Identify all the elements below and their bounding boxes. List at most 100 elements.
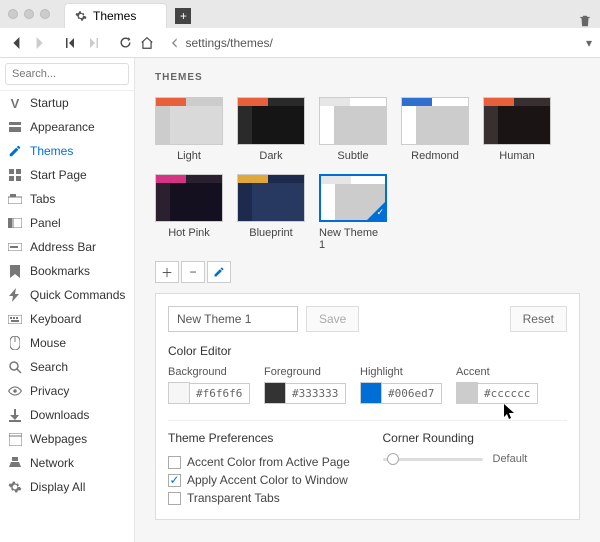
minimize-window-button[interactable]: [24, 9, 34, 19]
theme-thumbnail: [237, 97, 305, 145]
accent-swatch[interactable]: [456, 382, 478, 404]
foreground-label: Foreground: [264, 366, 346, 378]
sidebar-item-label: Mouse: [30, 336, 66, 350]
theme-editor: Save Reset Color Editor Background Foreg…: [155, 293, 580, 520]
sidebar-item-privacy[interactable]: Privacy: [0, 379, 134, 403]
sidebar-item-label: Downloads: [30, 408, 89, 422]
pencil-icon: [8, 144, 22, 158]
theme-name: New Theme 1: [319, 227, 387, 251]
theme-name-input[interactable]: [168, 306, 298, 332]
theme-name: Hot Pink: [168, 227, 210, 239]
reload-button[interactable]: [116, 34, 134, 52]
edit-theme-button[interactable]: [207, 261, 231, 283]
rewind-button[interactable]: [62, 34, 80, 52]
sidebar-item-quick-commands[interactable]: Quick Commands: [0, 283, 134, 307]
sidebar-item-label: Keyboard: [30, 312, 81, 326]
theme-dark[interactable]: Dark: [237, 97, 305, 162]
sidebar-item-label: Themes: [30, 144, 73, 158]
accent-hex-input[interactable]: [478, 383, 538, 404]
page-heading: THEMES: [155, 72, 580, 83]
wp-icon: [8, 432, 22, 446]
fast-forward-button[interactable]: [84, 34, 102, 52]
kb-icon: [8, 312, 22, 326]
theme-thumbnail: [319, 97, 387, 145]
chevron-left-icon: [170, 38, 179, 48]
tab-icon: [8, 192, 22, 206]
theme-light[interactable]: Light: [155, 97, 223, 162]
theme-thumbnail: [401, 97, 469, 145]
theme-human[interactable]: Human: [483, 97, 551, 162]
checkbox-icon: ✓: [168, 474, 181, 487]
sidebar-item-mouse[interactable]: Mouse: [0, 331, 134, 355]
theme-thumbnail: [483, 97, 551, 145]
pref-accent-color-from-active-page[interactable]: Accent Color from Active Page: [168, 453, 353, 471]
grid-icon: [8, 168, 22, 182]
rounding-label: Default: [493, 453, 528, 465]
theme-actions: ＋ −: [155, 261, 580, 283]
search-input[interactable]: [5, 63, 129, 85]
new-tab-button[interactable]: +: [175, 8, 191, 24]
toolbar: ▾: [0, 28, 600, 58]
theme-thumbnail: [155, 174, 223, 222]
sidebar-item-startup[interactable]: VStartup: [0, 91, 134, 115]
background-swatch[interactable]: [168, 382, 190, 404]
theme-thumbnail: [155, 97, 223, 145]
sidebar-item-label: Start Page: [30, 168, 87, 182]
sidebar-item-start-page[interactable]: Start Page: [0, 163, 134, 187]
address-input[interactable]: [185, 36, 585, 50]
highlight-hex-input[interactable]: [382, 383, 442, 404]
foreground-hex-input[interactable]: [286, 383, 346, 404]
sidebar-item-label: Appearance: [30, 120, 95, 134]
sidebar-item-display-all[interactable]: Display All: [0, 475, 134, 499]
prefs-title: Theme Preferences: [168, 431, 353, 445]
sidebar-item-bookmarks[interactable]: Bookmarks: [0, 259, 134, 283]
sidebar-item-tabs[interactable]: Tabs: [0, 187, 134, 211]
tab-themes[interactable]: Themes: [64, 3, 167, 28]
sidebar-item-appearance[interactable]: Appearance: [0, 115, 134, 139]
close-window-button[interactable]: [8, 9, 18, 19]
pref-apply-accent-color-to-window[interactable]: ✓Apply Accent Color to Window: [168, 471, 353, 489]
home-button[interactable]: [138, 34, 156, 52]
dl-icon: [8, 408, 22, 422]
address-dropdown-icon[interactable]: ▾: [586, 36, 592, 50]
reset-button[interactable]: Reset: [510, 306, 567, 332]
sidebar-item-label: Address Bar: [30, 240, 96, 254]
highlight-swatch[interactable]: [360, 382, 382, 404]
sidebar-item-address-bar[interactable]: Address Bar: [0, 235, 134, 259]
sidebar-item-panel[interactable]: Panel: [0, 211, 134, 235]
maximize-window-button[interactable]: [40, 9, 50, 19]
theme-blueprint[interactable]: Blueprint: [237, 174, 305, 251]
trash-icon[interactable]: [578, 14, 592, 28]
sidebar-item-downloads[interactable]: Downloads: [0, 403, 134, 427]
background-label: Background: [168, 366, 250, 378]
save-button[interactable]: Save: [306, 306, 359, 332]
pref-transparent-tabs[interactable]: Transparent Tabs: [168, 489, 353, 507]
address-bar[interactable]: ▾: [170, 36, 592, 50]
priv-icon: [8, 384, 22, 398]
sidebar-item-webpages[interactable]: Webpages: [0, 427, 134, 451]
forward-button[interactable]: [30, 34, 48, 52]
corner-rounding-slider[interactable]: Default: [383, 453, 568, 465]
background-hex-input[interactable]: [190, 383, 250, 404]
theme-redmond[interactable]: Redmond: [401, 97, 469, 162]
sidebar-item-themes[interactable]: Themes: [0, 139, 134, 163]
net-icon: [8, 456, 22, 470]
mouse-icon: [8, 336, 22, 350]
sidebar-item-label: Panel: [30, 216, 61, 230]
sidebar-item-label: Network: [30, 456, 74, 470]
foreground-swatch[interactable]: [264, 382, 286, 404]
sidebar-item-network[interactable]: Network: [0, 451, 134, 475]
sidebar-item-keyboard[interactable]: Keyboard: [0, 307, 134, 331]
color-editor: Background Foreground Highlight Accent: [168, 366, 567, 404]
sidebar-item-label: Search: [30, 360, 68, 374]
theme-name: Dark: [259, 150, 282, 162]
theme-name: Redmond: [411, 150, 459, 162]
sidebar-item-search[interactable]: Search: [0, 355, 134, 379]
theme-subtle[interactable]: Subtle: [319, 97, 387, 162]
app-icon: [8, 120, 22, 134]
back-button[interactable]: [8, 34, 26, 52]
add-theme-button[interactable]: ＋: [155, 261, 179, 283]
theme-hot-pink[interactable]: Hot Pink: [155, 174, 223, 251]
remove-theme-button[interactable]: −: [181, 261, 205, 283]
theme-new-theme-1[interactable]: New Theme 1: [319, 174, 387, 251]
